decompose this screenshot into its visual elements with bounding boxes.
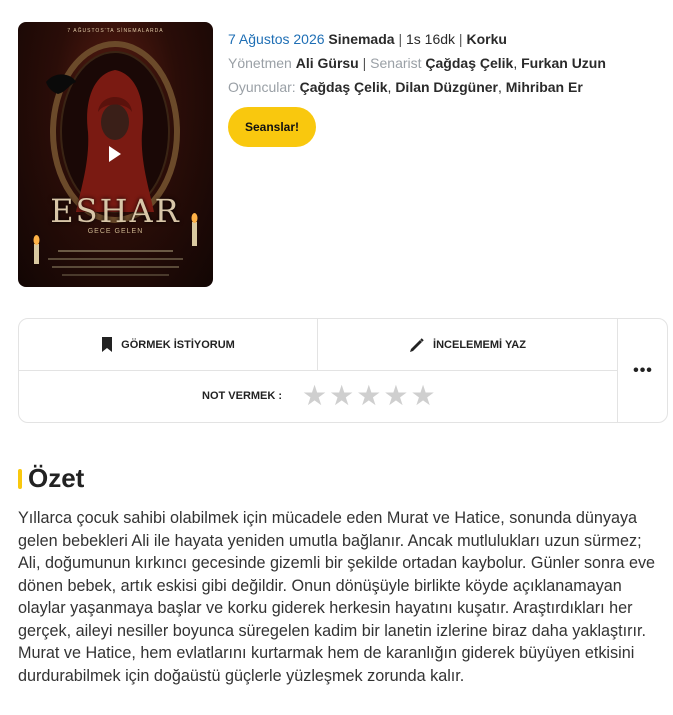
writer-label: Senarist bbox=[370, 55, 422, 71]
star-icon[interactable]: ★ bbox=[383, 382, 408, 410]
play-icon[interactable] bbox=[109, 146, 121, 162]
cast-link[interactable]: Mihriban Er bbox=[506, 79, 583, 95]
genre-link[interactable]: Korku bbox=[466, 31, 506, 47]
director-link[interactable]: Ali Gürsu bbox=[296, 55, 359, 71]
user-actions-panel: GÖRMEK İSTİYORUM İNCELEMEMİ YAZ ••• NOT … bbox=[18, 318, 668, 423]
poster-title: ESHAR bbox=[50, 192, 181, 230]
cast-label: Oyuncular: bbox=[228, 79, 296, 95]
cast-line: Oyuncular: Çağdaş Çelik, Dilan Düzgüner,… bbox=[228, 79, 583, 95]
star-icon[interactable]: ★ bbox=[302, 382, 327, 410]
director-label: Yönetmen bbox=[228, 55, 292, 71]
release-line: 7 Ağustos 2026 Sinemada | 1s 16dk | Kork… bbox=[228, 31, 507, 47]
summary-title: Özet bbox=[28, 463, 85, 493]
crew-line: Yönetmen Ali Gürsu | Senarist Çağdaş Çel… bbox=[228, 55, 606, 71]
duration: 1s 16dk bbox=[405, 31, 456, 47]
bookmark-icon bbox=[102, 337, 113, 352]
writer-link[interactable]: Furkan Uzun bbox=[521, 55, 606, 71]
star-icon[interactable]: ★ bbox=[329, 382, 354, 410]
poster-tagline: 7 AĞUSTOS'TA SİNEMALARDA bbox=[67, 28, 164, 34]
movie-poster[interactable]: 7 AĞUSTOS'TA SİNEMALARDA ESHAR GECE GELE… bbox=[18, 22, 213, 287]
writer-link[interactable]: Çağdaş Çelik bbox=[425, 55, 513, 71]
rating-stars: ★ ★ ★ ★ ★ bbox=[302, 382, 436, 410]
summary-heading: Özet bbox=[18, 463, 84, 494]
heading-accent-bar bbox=[18, 468, 22, 489]
write-review-button[interactable]: İNCELEMEMİ YAZ bbox=[318, 319, 618, 371]
want-to-watch-button[interactable]: GÖRMEK İSTİYORUM bbox=[19, 319, 318, 371]
cast-link[interactable]: Çağdaş Çelik bbox=[300, 79, 388, 95]
summary-text: Yıllarca çocuk sahibi olabilmek için müc… bbox=[18, 509, 656, 685]
write-review-label: İNCELEMEMİ YAZ bbox=[433, 338, 526, 351]
more-options-button[interactable]: ••• bbox=[618, 319, 668, 423]
movie-header: 7 AĞUSTOS'TA SİNEMALARDA ESHAR GECE GELE… bbox=[18, 22, 658, 287]
poster-subtitle: GECE GELEN bbox=[87, 228, 144, 235]
want-to-watch-label: GÖRMEK İSTİYORUM bbox=[121, 338, 235, 351]
pencil-icon bbox=[410, 337, 424, 352]
star-icon[interactable]: ★ bbox=[410, 382, 435, 410]
more-dots-icon: ••• bbox=[633, 362, 653, 379]
movie-info: 7 Ağustos 2026 Sinemada | 1s 16dk | Kork… bbox=[228, 27, 668, 147]
cast-link[interactable]: Dilan Düzgüner bbox=[395, 79, 498, 95]
showtimes-button[interactable]: Seanslar! bbox=[228, 107, 316, 147]
release-place: Sinemada bbox=[328, 31, 395, 47]
star-icon[interactable]: ★ bbox=[356, 382, 381, 410]
release-date[interactable]: 7 Ağustos 2026 bbox=[228, 31, 325, 47]
rating-label: NOT VERMEK : bbox=[202, 390, 283, 402]
